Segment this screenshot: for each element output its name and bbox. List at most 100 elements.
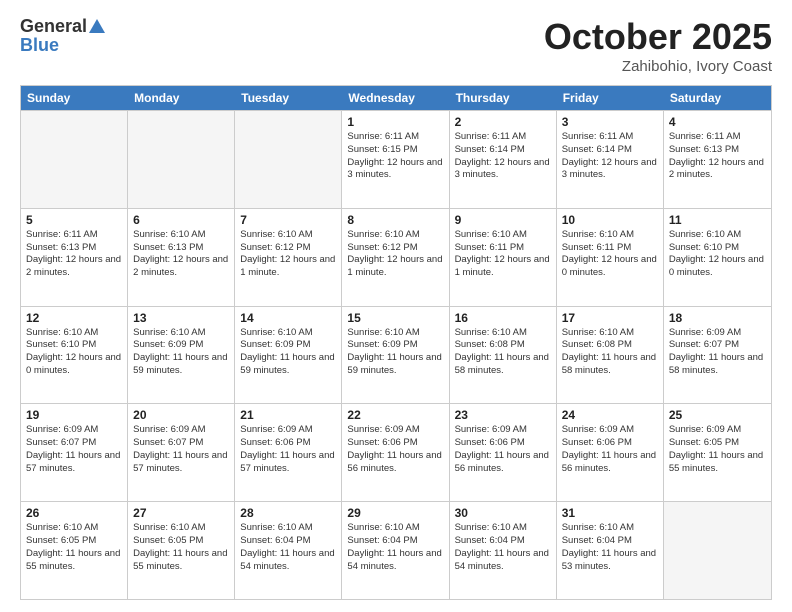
cal-cell-r0-c0 [21, 111, 128, 208]
day-info: Sunrise: 6:10 AM Sunset: 6:10 PM Dayligh… [669, 229, 766, 280]
day-info: Sunrise: 6:10 AM Sunset: 6:12 PM Dayligh… [347, 229, 443, 280]
cal-row-3: 12 Sunrise: 6:10 AM Sunset: 6:10 PM Dayli… [21, 306, 771, 404]
day-number: 23 [455, 408, 551, 422]
cal-cell-r0-c4: 2 Sunrise: 6:11 AM Sunset: 6:14 PM Daylig… [450, 111, 557, 208]
cal-cell-r4-c4: 30 Sunrise: 6:10 AM Sunset: 6:04 PM Dayli… [450, 502, 557, 599]
cal-cell-r3-c6: 25Sunrise: 6:09 AM Sunset: 6:05 PM Dayli… [664, 404, 771, 501]
cal-cell-r2-c0: 12 Sunrise: 6:10 AM Sunset: 6:10 PM Dayli… [21, 307, 128, 404]
cal-cell-r3-c2: 21Sunrise: 6:09 AM Sunset: 6:06 PM Dayli… [235, 404, 342, 501]
cal-cell-r0-c3: 1 Sunrise: 6:11 AM Sunset: 6:15 PM Daylig… [342, 111, 449, 208]
day-info: Sunrise: 6:10 AM Sunset: 6:08 PM Dayligh… [562, 327, 658, 378]
day-info: Sunrise: 6:10 AM Sunset: 6:09 PM Dayligh… [347, 327, 443, 378]
day-number: 4 [669, 115, 766, 129]
cal-cell-r4-c6 [664, 502, 771, 599]
day-number: 20 [133, 408, 229, 422]
day-info: Sunrise: 6:09 AM Sunset: 6:06 PM Dayligh… [455, 424, 551, 475]
weekday-tuesday: Tuesday [235, 86, 342, 110]
day-number: 3 [562, 115, 658, 129]
cal-cell-r3-c0: 19 Sunrise: 6:09 AM Sunset: 6:07 PM Dayli… [21, 404, 128, 501]
day-info: Sunrise: 6:11 AM Sunset: 6:14 PM Dayligh… [455, 131, 551, 182]
day-number: 28 [240, 506, 336, 520]
day-info: Sunrise: 6:09 AM Sunset: 6:07 PM Dayligh… [26, 424, 122, 475]
day-number: 24 [562, 408, 658, 422]
day-info: Sunrise: 6:10 AM Sunset: 6:04 PM Dayligh… [347, 522, 443, 573]
day-info: Sunrise: 6:09 AM Sunset: 6:06 PM Dayligh… [562, 424, 658, 475]
weekday-saturday: Saturday [664, 86, 771, 110]
day-number: 31 [562, 506, 658, 520]
logo-blue: Blue [20, 35, 59, 56]
day-info: Sunrise: 6:10 AM Sunset: 6:09 PM Dayligh… [133, 327, 229, 378]
cal-cell-r3-c1: 20 Sunrise: 6:09 AM Sunset: 6:07 PM Dayli… [128, 404, 235, 501]
day-number: 17 [562, 311, 658, 325]
cal-row-2: 5Sunrise: 6:11 AM Sunset: 6:13 PM Daylig… [21, 208, 771, 306]
cal-cell-r4-c2: 28Sunrise: 6:10 AM Sunset: 6:04 PM Dayli… [235, 502, 342, 599]
page: General Blue October 2025 Zahibohio, Ivo… [0, 0, 792, 612]
day-number: 10 [562, 213, 658, 227]
day-number: 26 [26, 506, 122, 520]
day-number: 18 [669, 311, 766, 325]
cal-cell-r4-c0: 26 Sunrise: 6:10 AM Sunset: 6:05 PM Dayli… [21, 502, 128, 599]
day-info: Sunrise: 6:11 AM Sunset: 6:13 PM Dayligh… [26, 229, 122, 280]
day-info: Sunrise: 6:10 AM Sunset: 6:11 PM Dayligh… [455, 229, 551, 280]
day-number: 25 [669, 408, 766, 422]
cal-cell-r0-c2 [235, 111, 342, 208]
cal-cell-r3-c5: 24 Sunrise: 6:09 AM Sunset: 6:06 PM Dayli… [557, 404, 664, 501]
cal-cell-r4-c1: 27 Sunrise: 6:10 AM Sunset: 6:05 PM Dayli… [128, 502, 235, 599]
day-info: Sunrise: 6:10 AM Sunset: 6:10 PM Dayligh… [26, 327, 122, 378]
cal-cell-r2-c2: 14 Sunrise: 6:10 AM Sunset: 6:09 PM Dayli… [235, 307, 342, 404]
day-info: Sunrise: 6:10 AM Sunset: 6:09 PM Dayligh… [240, 327, 336, 378]
calendar-body: 1 Sunrise: 6:11 AM Sunset: 6:15 PM Daylig… [21, 110, 771, 599]
day-number: 12 [26, 311, 122, 325]
day-info: Sunrise: 6:11 AM Sunset: 6:13 PM Dayligh… [669, 131, 766, 182]
day-number: 9 [455, 213, 551, 227]
weekday-friday: Friday [557, 86, 664, 110]
day-number: 29 [347, 506, 443, 520]
day-info: Sunrise: 6:10 AM Sunset: 6:05 PM Dayligh… [26, 522, 122, 573]
logo-general: General [20, 16, 87, 37]
day-number: 30 [455, 506, 551, 520]
cal-cell-r2-c1: 13Sunrise: 6:10 AM Sunset: 6:09 PM Dayli… [128, 307, 235, 404]
logo: General Blue [20, 16, 106, 56]
day-number: 27 [133, 506, 229, 520]
day-info: Sunrise: 6:09 AM Sunset: 6:06 PM Dayligh… [240, 424, 336, 475]
day-info: Sunrise: 6:09 AM Sunset: 6:07 PM Dayligh… [669, 327, 766, 378]
day-info: Sunrise: 6:11 AM Sunset: 6:15 PM Dayligh… [347, 131, 443, 182]
day-info: Sunrise: 6:10 AM Sunset: 6:11 PM Dayligh… [562, 229, 658, 280]
cal-cell-r2-c6: 18 Sunrise: 6:09 AM Sunset: 6:07 PM Dayli… [664, 307, 771, 404]
weekday-monday: Monday [128, 86, 235, 110]
header: General Blue October 2025 Zahibohio, Ivo… [20, 16, 772, 75]
day-number: 2 [455, 115, 551, 129]
cal-cell-r1-c3: 8Sunrise: 6:10 AM Sunset: 6:12 PM Daylig… [342, 209, 449, 306]
cal-cell-r0-c6: 4 Sunrise: 6:11 AM Sunset: 6:13 PM Daylig… [664, 111, 771, 208]
day-info: Sunrise: 6:09 AM Sunset: 6:06 PM Dayligh… [347, 424, 443, 475]
day-number: 6 [133, 213, 229, 227]
cal-cell-r1-c0: 5Sunrise: 6:11 AM Sunset: 6:13 PM Daylig… [21, 209, 128, 306]
cal-cell-r1-c2: 7 Sunrise: 6:10 AM Sunset: 6:12 PM Daylig… [235, 209, 342, 306]
cal-cell-r1-c1: 6 Sunrise: 6:10 AM Sunset: 6:13 PM Daylig… [128, 209, 235, 306]
cal-row-4: 19 Sunrise: 6:09 AM Sunset: 6:07 PM Dayli… [21, 403, 771, 501]
title-section: October 2025 Zahibohio, Ivory Coast [544, 16, 772, 75]
day-info: Sunrise: 6:10 AM Sunset: 6:04 PM Dayligh… [455, 522, 551, 573]
weekday-sunday: Sunday [21, 86, 128, 110]
cal-cell-r1-c6: 11 Sunrise: 6:10 AM Sunset: 6:10 PM Dayli… [664, 209, 771, 306]
day-number: 14 [240, 311, 336, 325]
cal-cell-r2-c5: 17 Sunrise: 6:10 AM Sunset: 6:08 PM Dayli… [557, 307, 664, 404]
day-info: Sunrise: 6:09 AM Sunset: 6:07 PM Dayligh… [133, 424, 229, 475]
cal-cell-r1-c5: 10 Sunrise: 6:10 AM Sunset: 6:11 PM Dayli… [557, 209, 664, 306]
day-number: 11 [669, 213, 766, 227]
weekday-wednesday: Wednesday [342, 86, 449, 110]
day-number: 1 [347, 115, 443, 129]
cal-cell-r0-c1 [128, 111, 235, 208]
day-number: 16 [455, 311, 551, 325]
day-info: Sunrise: 6:10 AM Sunset: 6:05 PM Dayligh… [133, 522, 229, 573]
cal-cell-r2-c4: 16Sunrise: 6:10 AM Sunset: 6:08 PM Dayli… [450, 307, 557, 404]
calendar: Sunday Monday Tuesday Wednesday Thursday… [20, 85, 772, 600]
day-info: Sunrise: 6:11 AM Sunset: 6:14 PM Dayligh… [562, 131, 658, 182]
day-number: 7 [240, 213, 336, 227]
weekday-thursday: Thursday [450, 86, 557, 110]
cal-row-1: 1 Sunrise: 6:11 AM Sunset: 6:15 PM Daylig… [21, 110, 771, 208]
day-info: Sunrise: 6:10 AM Sunset: 6:12 PM Dayligh… [240, 229, 336, 280]
day-number: 19 [26, 408, 122, 422]
day-info: Sunrise: 6:10 AM Sunset: 6:13 PM Dayligh… [133, 229, 229, 280]
cal-cell-r4-c5: 31Sunrise: 6:10 AM Sunset: 6:04 PM Dayli… [557, 502, 664, 599]
